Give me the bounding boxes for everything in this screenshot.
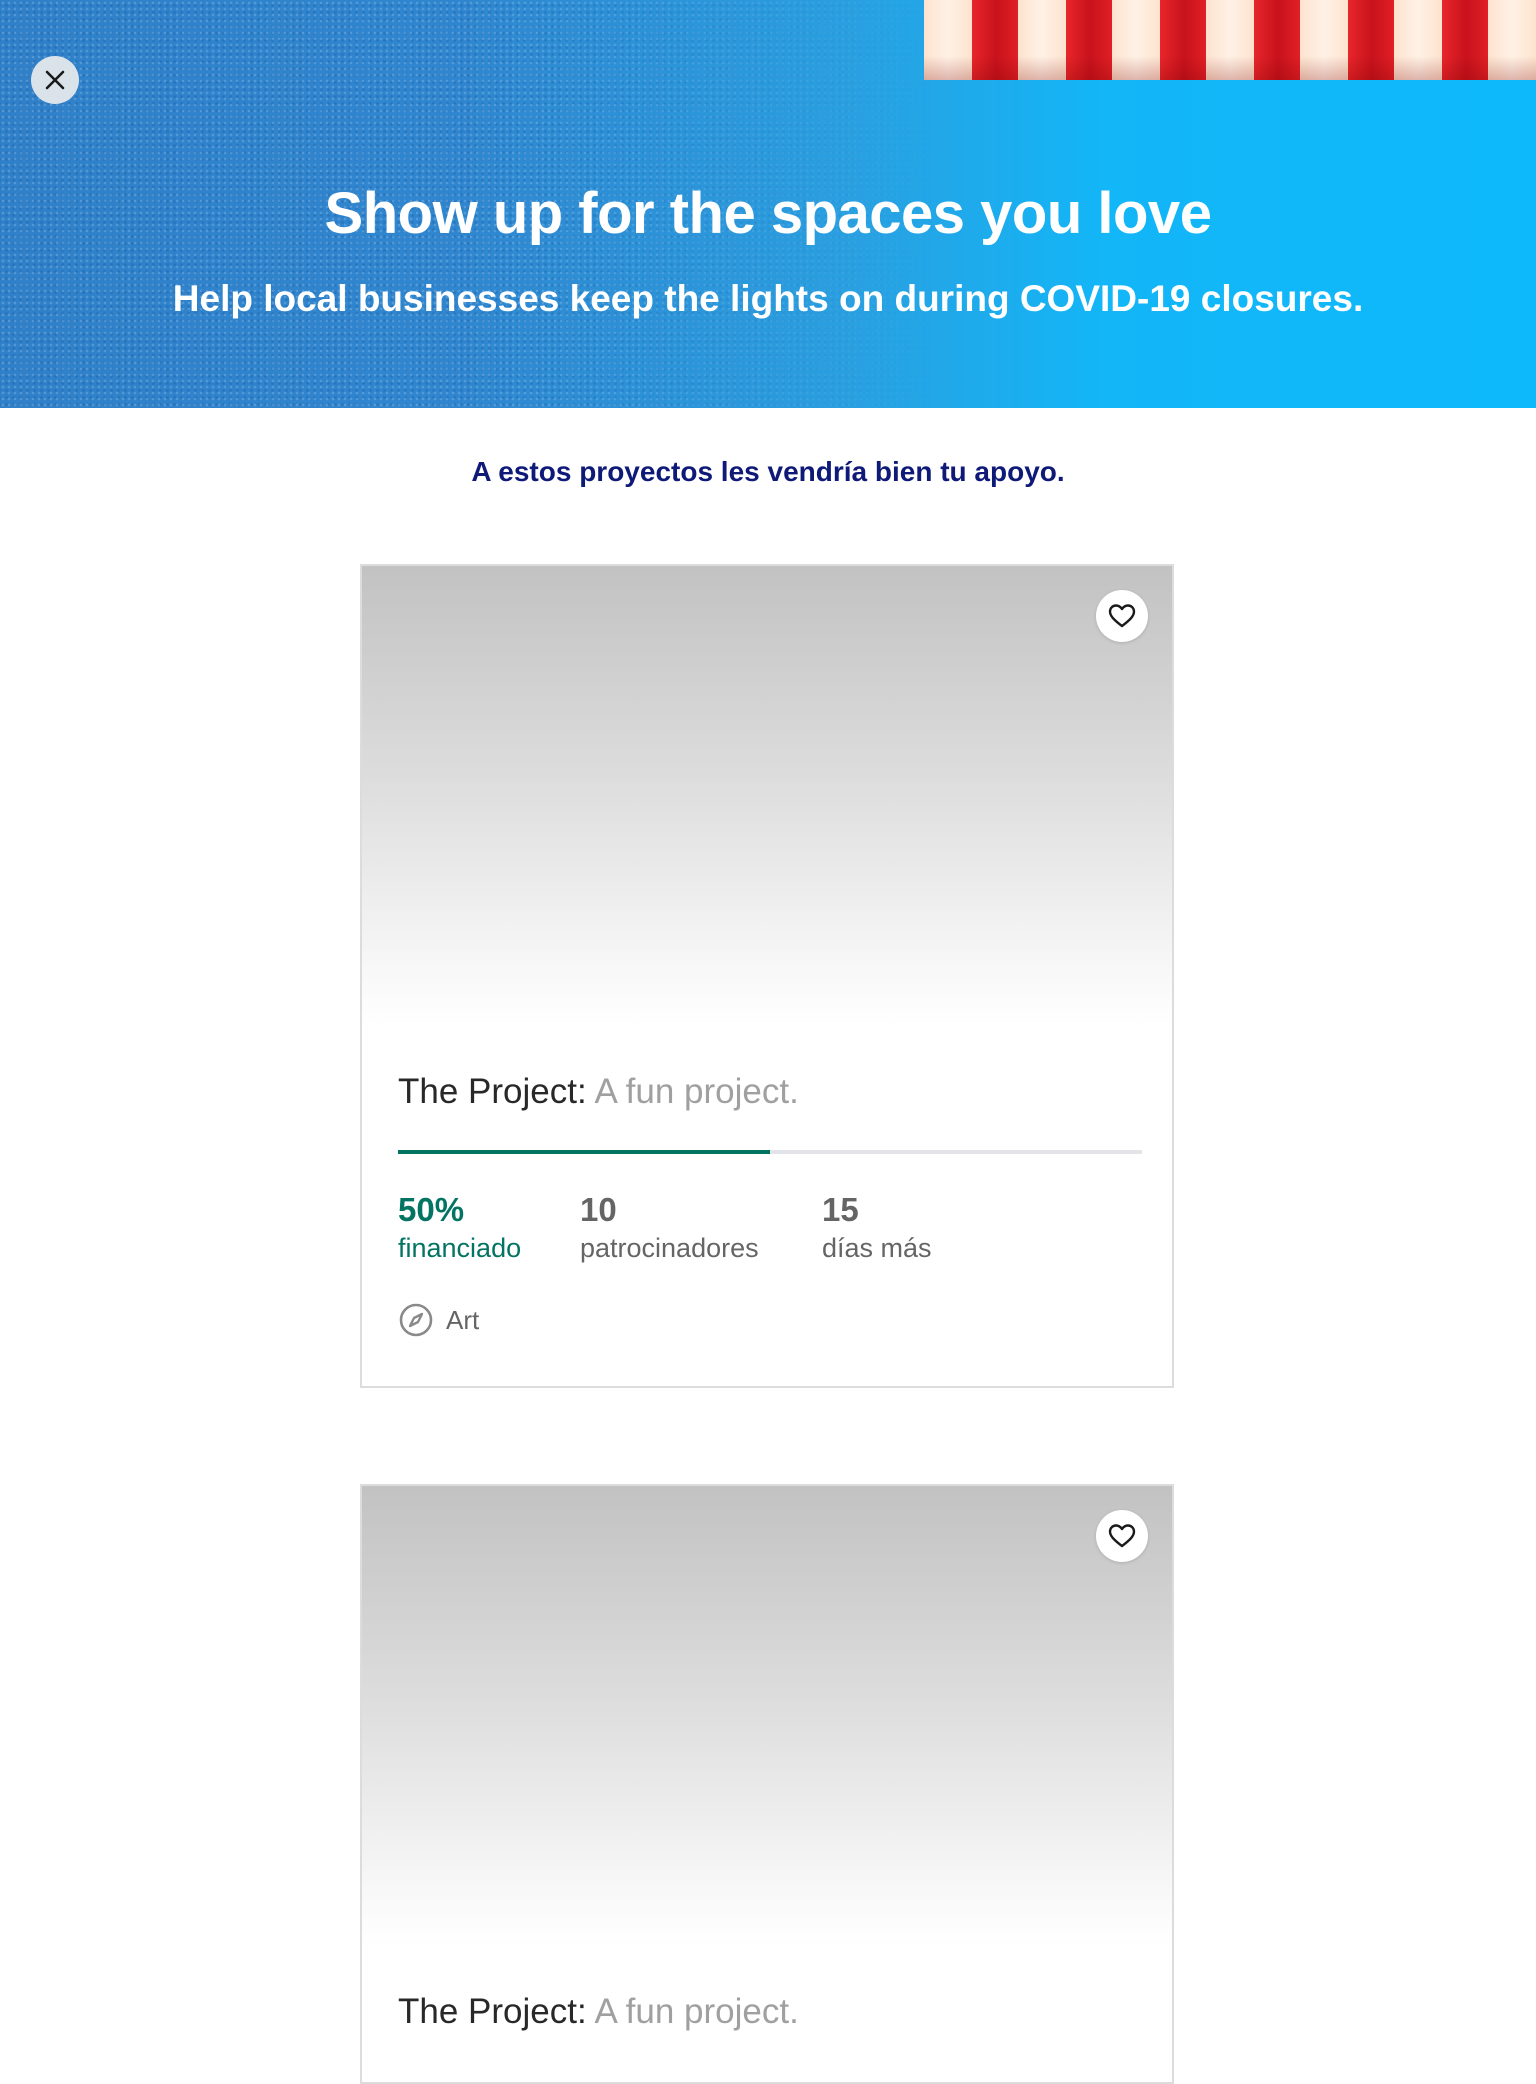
- project-title[interactable]: The Project: A fun project.: [398, 1992, 799, 2032]
- close-icon: [45, 70, 65, 90]
- funding-progress-bar: [398, 1150, 1142, 1154]
- project-image[interactable]: [362, 1486, 1172, 1946]
- stat-days-left: 15 días más: [822, 1190, 932, 1266]
- funding-progress-fill: [398, 1150, 770, 1154]
- heart-icon: [1108, 604, 1136, 628]
- stat-backers: 10 patrocinadores: [580, 1190, 759, 1266]
- save-project-button[interactable]: [1096, 590, 1148, 642]
- close-button[interactable]: [31, 56, 79, 104]
- hero-title: Show up for the spaces you love: [324, 181, 1212, 246]
- project-blurb: A fun project.: [594, 1992, 799, 2031]
- project-card[interactable]: The Project: A fun project.: [360, 1484, 1174, 2084]
- backers-value: 10: [580, 1191, 617, 1228]
- project-title[interactable]: The Project: A fun project.: [398, 1072, 799, 1112]
- stat-funded: 50% financiado: [398, 1190, 521, 1266]
- category-label: Art: [446, 1304, 480, 1335]
- compass-icon: [399, 1303, 433, 1337]
- hero-subtitle: Help local businesses keep the lights on…: [172, 278, 1364, 319]
- project-blurb: A fun project.: [594, 1072, 799, 1111]
- days-label: días más: [822, 1233, 932, 1263]
- save-project-button[interactable]: [1096, 1510, 1148, 1562]
- project-card[interactable]: The Project: A fun project. 50% financia…: [360, 564, 1174, 1388]
- backers-label: patrocinadores: [580, 1233, 759, 1263]
- days-value: 15: [822, 1191, 859, 1228]
- project-image[interactable]: [362, 566, 1172, 1026]
- funded-label: financiado: [398, 1233, 522, 1263]
- hero-banner: Show up for the spaces you love Help loc…: [0, 0, 1536, 408]
- section-heading: A estos proyectos les vendría bien tu ap…: [471, 456, 1065, 487]
- project-name: The Project:: [398, 1992, 587, 2031]
- funded-value: 50%: [398, 1191, 465, 1228]
- project-category[interactable]: Art: [398, 1302, 479, 1338]
- striped-awning-illustration: [924, 0, 1536, 80]
- project-name: The Project:: [398, 1072, 587, 1111]
- heart-icon: [1108, 1524, 1136, 1548]
